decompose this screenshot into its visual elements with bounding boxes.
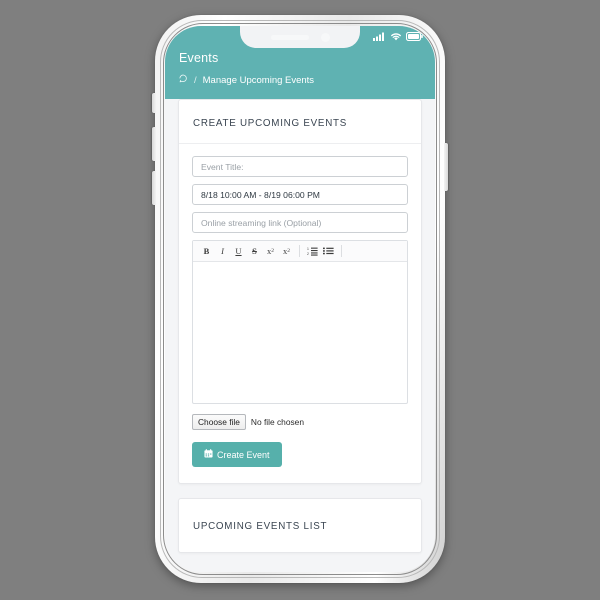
front-camera <box>320 32 330 42</box>
file-upload-row: Choose file No file chosen <box>192 414 408 430</box>
app-title-row: Events <box>165 48 435 69</box>
rich-text-editor: B I U S x2 x2 1 2 <box>192 240 408 404</box>
create-event-button-label: Create Event <box>217 449 270 460</box>
toolbar-divider-1 <box>299 245 300 257</box>
create-events-card-body: B I U S x2 x2 1 2 <box>179 144 421 483</box>
create-events-card-header: CREATE UPCOMING EVENTS <box>179 100 421 144</box>
phone-frame: Events / Manage Upcoming Events CREATE U… <box>152 15 448 583</box>
editor-toolbar: B I U S x2 x2 1 2 <box>193 241 407 262</box>
power-button[interactable] <box>444 143 448 191</box>
editor-content-area[interactable] <box>193 262 407 403</box>
phone-screen: Events / Manage Upcoming Events CREATE U… <box>165 26 435 572</box>
card-spacer <box>178 484 422 498</box>
streaming-link-input[interactable] <box>192 212 408 233</box>
signal-bars-icon <box>373 28 386 46</box>
strikethrough-button[interactable]: S <box>247 243 262 260</box>
choose-file-button[interactable]: Choose file <box>192 414 246 430</box>
upcoming-events-list-header: UPCOMING EVENTS LIST <box>179 499 421 552</box>
battery-icon <box>405 28 423 46</box>
volume-down-button[interactable] <box>152 171 156 205</box>
calendar-icon <box>204 449 213 460</box>
create-events-title: CREATE UPCOMING EVENTS <box>193 118 348 129</box>
create-events-card: CREATE UPCOMING EVENTS B I U S x2 x2 <box>178 99 422 484</box>
bold-button[interactable]: B <box>199 243 214 260</box>
upcoming-events-list-title: UPCOMING EVENTS LIST <box>193 521 328 532</box>
svg-text:2: 2 <box>307 252 309 256</box>
page-title: Events <box>179 51 219 65</box>
mute-switch-button[interactable] <box>152 93 156 113</box>
subscript-button[interactable]: x2 <box>263 243 278 260</box>
phone-notch <box>240 26 360 48</box>
volume-up-button[interactable] <box>152 127 156 161</box>
toolbar-divider-2 <box>341 245 342 257</box>
superscript-button[interactable]: x2 <box>279 243 294 260</box>
svg-text:1: 1 <box>307 247 309 251</box>
breadcrumb: / Manage Upcoming Events <box>165 69 435 99</box>
wifi-icon <box>390 28 402 46</box>
date-range-input[interactable] <box>192 184 408 205</box>
upcoming-events-list-card: UPCOMING EVENTS LIST <box>178 498 422 553</box>
file-status-label: No file chosen <box>250 417 304 427</box>
home-icon[interactable] <box>179 74 188 86</box>
breadcrumb-separator: / <box>194 74 197 86</box>
app-body: CREATE UPCOMING EVENTS B I U S x2 x2 <box>165 99 435 572</box>
underline-button[interactable]: U <box>231 243 246 260</box>
breadcrumb-current: Manage Upcoming Events <box>202 74 315 86</box>
ordered-list-button[interactable]: 1 2 <box>305 243 320 260</box>
create-event-button[interactable]: Create Event <box>192 442 282 467</box>
event-title-input[interactable] <box>192 156 408 177</box>
italic-button[interactable]: I <box>215 243 230 260</box>
earpiece-speaker <box>270 34 309 40</box>
unordered-list-button[interactable] <box>321 243 336 260</box>
